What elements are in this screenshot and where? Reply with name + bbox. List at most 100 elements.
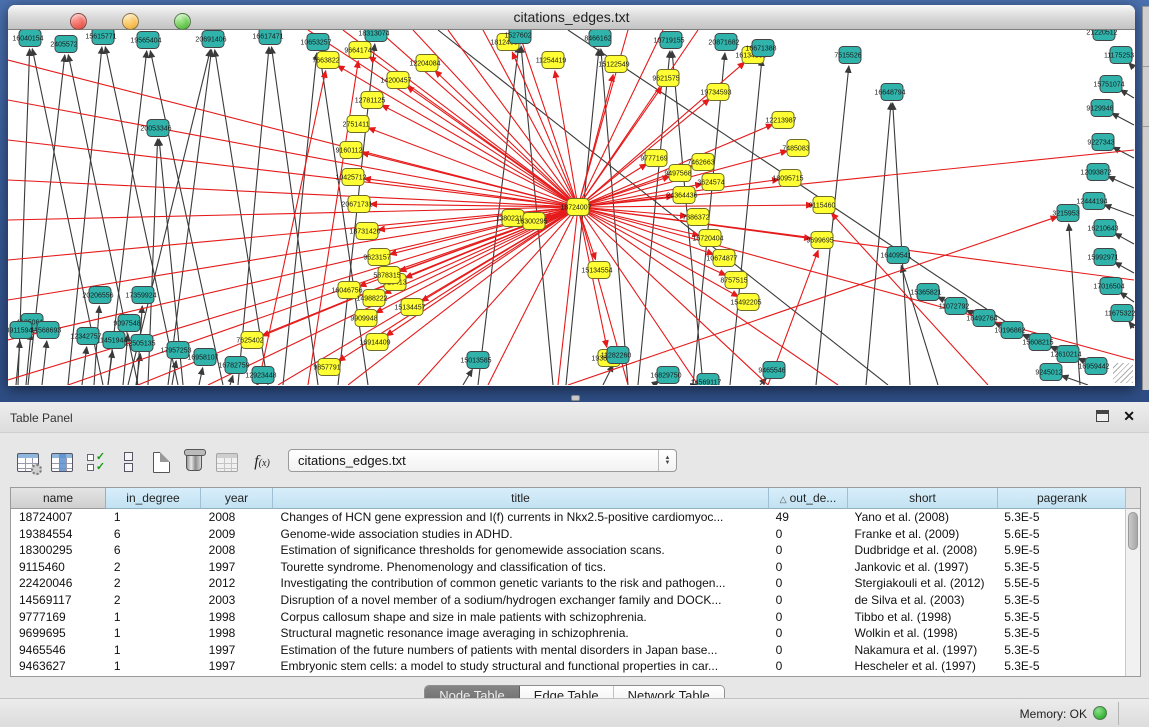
node-label: 12781125 (355, 98, 386, 105)
table-row[interactable]: 1938455462009Genome-wide association stu… (11, 526, 1125, 543)
column-header-title[interactable]: title (273, 488, 769, 509)
table-cell: 2 (106, 559, 201, 576)
table-cell: 1 (106, 625, 201, 642)
node-label: 9621575 (652, 76, 679, 83)
column-header-pagerank[interactable]: pagerank (998, 488, 1127, 509)
table-cell: 0 (768, 642, 847, 659)
table-row[interactable]: 1456911722003Disruption of a novel membe… (11, 592, 1125, 609)
table-cell: Yano et al. (2008) (846, 509, 996, 526)
table-row[interactable]: 946554611997Estimation of the future num… (11, 642, 1125, 659)
node-label: 3215953 (1052, 211, 1079, 218)
table-row[interactable]: 2242004622012Investigating the contribut… (11, 575, 1125, 592)
select-all-button[interactable]: ✓✓ (82, 447, 110, 477)
status-separator (1118, 702, 1119, 725)
scrollbar-thumb[interactable] (1128, 512, 1138, 550)
node-label: 16829750 (650, 373, 681, 380)
node-label: 7485083 (782, 146, 809, 153)
column-header-year[interactable]: year (201, 488, 273, 509)
node-label: 20871682 (708, 40, 739, 47)
split-pane-handle[interactable] (571, 395, 580, 401)
node-label: 20671731 (341, 202, 372, 209)
node-label: 11675322 (1105, 311, 1135, 318)
float-panel-icon[interactable] (1096, 410, 1109, 422)
node-label: 16720404 (692, 236, 723, 243)
table-row[interactable]: 1872400712008Changes of HCN gene express… (11, 509, 1125, 526)
delete-table-button[interactable] (180, 447, 208, 477)
panel-title: Table Panel (10, 411, 73, 425)
node-label: 3911594 (8, 328, 32, 335)
network-canvas[interactable]: 1872400712204084142004571278112527514119… (8, 30, 1135, 385)
node-label: 9777169 (640, 156, 667, 163)
table-cell: Investigating the contribution of common… (273, 575, 768, 592)
sort-ascending-icon: △ (780, 494, 787, 504)
node-label: 17957253 (160, 348, 191, 355)
memory-status-indicator[interactable] (1093, 706, 1107, 720)
table-cell: 0 (768, 542, 847, 559)
node-label: 16617471 (252, 34, 283, 41)
column-header-short[interactable]: short (848, 488, 998, 509)
unselect-all-button[interactable] (114, 447, 142, 477)
node-label: 8466162 (584, 36, 611, 43)
node-label: 16959442 (1078, 364, 1109, 371)
close-panel-icon[interactable]: ✕ (1123, 408, 1135, 425)
node-label: 15608215 (1022, 340, 1053, 347)
select-columns-button[interactable] (48, 447, 76, 477)
node-label: 11175253 (1104, 53, 1134, 60)
node-label: 16782759 (218, 363, 249, 370)
table-header-row: namein_degreeyeartitle△out_de...shortpag… (11, 488, 1140, 509)
node-label: 9129946 (1086, 106, 1113, 113)
table-cell: 9115460 (11, 559, 106, 576)
table-row[interactable]: 946362711997Embryonic stem cells: a mode… (11, 658, 1125, 675)
node-label: 9909948 (350, 316, 377, 323)
node-label: 10653257 (300, 40, 331, 47)
table-row[interactable]: 1830029562008Estimation of significance … (11, 542, 1125, 559)
table-cell: Estimation of the future numbers of pati… (273, 642, 768, 659)
table-cell: 5.3E-5 (996, 642, 1125, 659)
node-label: 9160112 (336, 148, 363, 155)
table-cell: 1 (106, 509, 201, 526)
gear-icon (31, 464, 42, 475)
node-label: 7663822 (312, 58, 339, 65)
node-label: 16671388 (745, 46, 776, 53)
table-cell: 5.6E-5 (996, 526, 1125, 543)
node-label: 14569117 (691, 380, 722, 386)
table-cell: 5.3E-5 (996, 509, 1125, 526)
node-label: 9664174 (344, 48, 371, 55)
column-header-name[interactable]: name (11, 488, 106, 509)
table-row[interactable]: 977716911998Corpus callosum shape and si… (11, 609, 1125, 626)
node-label: 18313074 (358, 31, 389, 38)
function-builder-button[interactable]: f(x) (248, 447, 276, 477)
network-window[interactable]: citations_edges.txt 18724007122040841420… (8, 5, 1135, 386)
table-cell: Stergiakouli et al. (2012) (846, 575, 996, 592)
node-label: 18731420 (349, 229, 380, 236)
column-header-in_degree[interactable]: in_degree (106, 488, 201, 509)
status-bar: Memory: OK (0, 698, 1149, 727)
node-table: namein_degreeyeartitle△out_de...shortpag… (10, 487, 1141, 677)
table-cell: Hescheler et al. (1997) (846, 658, 996, 675)
table-row[interactable]: 969969511998Structural magnetic resonanc… (11, 625, 1125, 642)
window-titlebar[interactable]: citations_edges.txt (8, 5, 1135, 30)
table-row[interactable]: 911546021997Tourette syndrome. Phenomeno… (11, 559, 1125, 576)
table-settings-button[interactable] (14, 447, 42, 477)
node-label: 11282260 (601, 353, 632, 360)
node-label: 9465546 (758, 368, 785, 375)
table-cell: 0 (768, 559, 847, 576)
node-label: 11451944 (97, 338, 128, 345)
window-resize-grip[interactable] (1113, 363, 1133, 383)
table-cell: 0 (768, 592, 847, 609)
citation-network-graph[interactable]: 1872400712204084142004571278112527514119… (8, 30, 1135, 385)
table-cell: de Silva et al. (2003) (846, 592, 996, 609)
new-table-button[interactable] (147, 447, 175, 477)
column-header-out_de[interactable]: △out_de... (769, 488, 848, 509)
table-cell: 1 (106, 642, 201, 659)
table-cell: 2009 (201, 526, 273, 543)
node-label: 18724007 (560, 205, 591, 212)
node-label: 15992971 (1087, 255, 1118, 262)
node-label: 11254419 (536, 58, 567, 65)
node-label: 15365821 (910, 290, 941, 297)
trash-icon (186, 453, 202, 471)
vertical-scrollbar[interactable] (1125, 509, 1140, 676)
node-label: 9245012 (1035, 370, 1062, 377)
node-label: 9857791 (313, 365, 340, 372)
table-selector-dropdown[interactable]: citations_edges.txt ▲▼ (288, 449, 677, 472)
